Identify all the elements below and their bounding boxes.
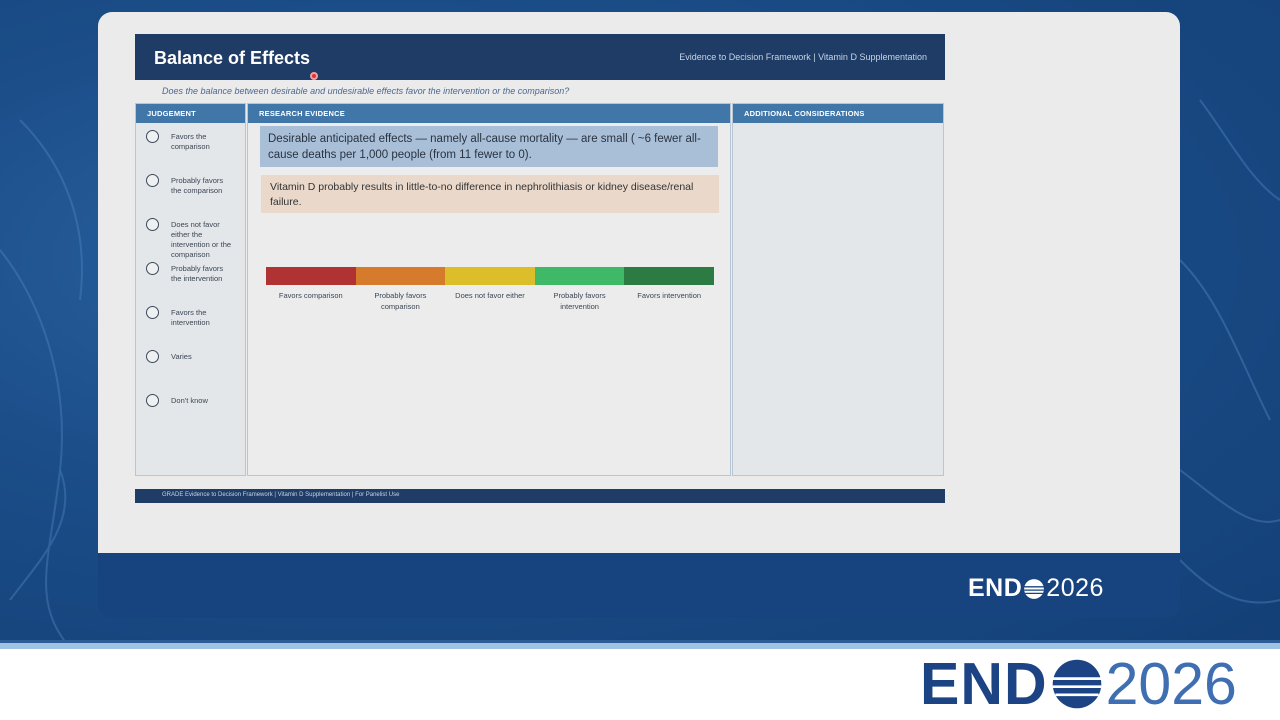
evidence-box-kidney: Vitamin D probably results in little-to-… [261,175,719,213]
question-text: Does the balance between desirable and u… [162,86,570,96]
scale-segment-probably-favors-intervention [534,267,625,285]
option-label: Favors the intervention [171,308,210,327]
scale-segment-favors-comparison [266,267,356,285]
option-favors-comparison[interactable]: Favors the comparison [146,130,233,152]
balance-scale: Favors comparison Probably favors compar… [266,267,714,312]
option-label: Varies [171,352,192,361]
option-label: Don't know [171,396,208,405]
radio-button[interactable] [146,262,159,275]
endo-logo-large: END 2026 [920,652,1237,716]
scale-bar [266,267,714,285]
option-probably-favors-intervention[interactable]: Probably favors the intervention [146,262,233,284]
evidence-box-mortality: Desirable anticipated effects — namely a… [260,126,718,167]
judgement-column: JUDGEMENT Favors the comparison Probably… [135,103,246,476]
endo-logo-small: END 2026 [968,574,1104,603]
scale-segment-favors-intervention [624,267,714,285]
logo-year: 2026 [1046,574,1104,602]
radio-button[interactable] [146,218,159,231]
logo-word: END [920,651,1048,717]
slide-header: Balance of Effects Evidence to Decision … [135,34,945,80]
logo-year: 2026 [1105,651,1237,717]
laser-pointer-dot [310,72,318,80]
option-label: Favors the comparison [171,132,210,151]
option-label: Does not favor either the intervention o… [171,220,232,259]
radio-button[interactable] [146,130,159,143]
slide-title: Balance of Effects [154,48,311,68]
scale-labels: Favors comparison Probably favors compar… [266,290,714,312]
scale-segment-probably-favors-comparison [355,267,446,285]
additional-considerations-column: ADDITIONAL CONSIDERATIONS [732,103,944,476]
header-subtitle: Evidence to Decision Framework | Vitamin… [679,52,927,62]
option-label: Probably favors the comparison [171,176,224,195]
logo-word: END [968,574,1023,602]
scale-label: Favors comparison [278,291,343,300]
judgement-header: JUDGEMENT [136,104,245,123]
additional-considerations-header: ADDITIONAL CONSIDERATIONS [733,104,943,123]
globe-icon [1024,578,1045,599]
research-evidence-header: RESEARCH EVIDENCE [248,104,730,123]
option-varies[interactable]: Varies [146,350,233,363]
scale-segment-does-not-favor-either [445,267,535,285]
slide-content: Balance of Effects Evidence to Decision … [135,34,945,503]
option-favors-intervention[interactable]: Favors the intervention [146,306,233,328]
globe-icon [1052,659,1101,709]
scale-label: Favors intervention [637,291,702,300]
scale-label: Probably favors comparison [374,291,427,311]
slide-footer: GRADE Evidence to Decision Framework | V… [135,489,945,503]
scale-label: Does not favor either [455,291,525,300]
research-evidence-column: RESEARCH EVIDENCE Desirable anticipated … [247,103,731,476]
radio-button[interactable] [146,350,159,363]
radio-button[interactable] [146,306,159,319]
option-does-not-favor-either[interactable]: Does not favor either the intervention o… [146,218,233,260]
radio-button[interactable] [146,394,159,407]
option-probably-favors-comparison[interactable]: Probably favors the comparison [146,174,233,196]
option-dont-know[interactable]: Don't know [146,394,233,407]
radio-button[interactable] [146,174,159,187]
scale-label: Probably favors intervention [553,291,606,311]
option-label: Probably favors the intervention [171,264,224,283]
